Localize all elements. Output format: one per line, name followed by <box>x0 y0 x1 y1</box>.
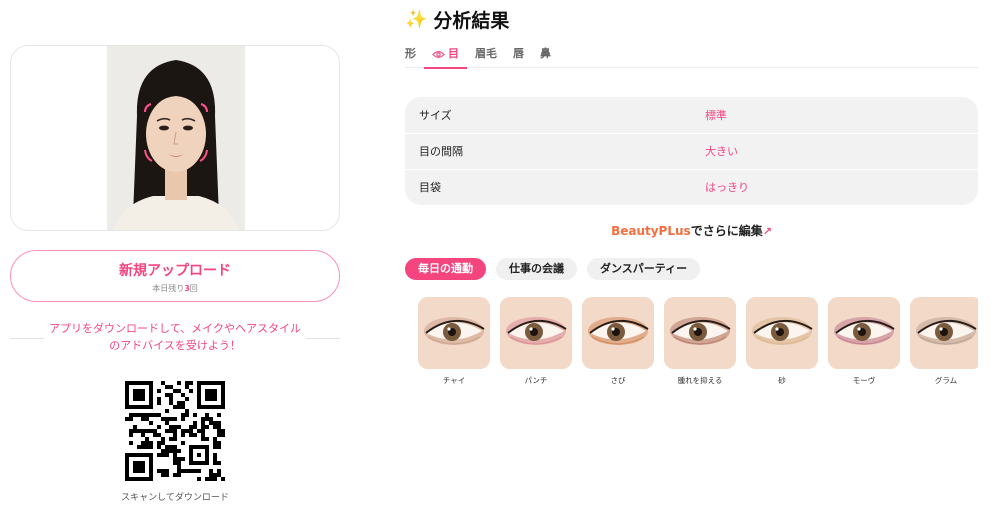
chip-daily-commute[interactable]: 毎日の通勤 <box>405 258 486 280</box>
tab-eyebrows[interactable]: 眉毛 <box>467 40 505 68</box>
tab-eyes[interactable]: 目 <box>424 40 467 69</box>
feature-tabs: 形 目 眉毛 唇 鼻 <box>405 40 978 69</box>
arrow-up-right-icon: ↗ <box>762 225 772 238</box>
result-row-size: サイズ 標準 <box>405 97 978 133</box>
promo-divider-right <box>306 338 340 339</box>
remaining-uploads: 本日残り3回 <box>152 284 198 293</box>
result-row-eye-spacing: 目の間隔 大きい <box>405 133 978 169</box>
edit-in-beautyplus-link[interactable]: BeautyPLusでさらに編集↗ <box>405 222 978 239</box>
eye-icon <box>432 50 445 58</box>
chip-dance-party[interactable]: ダンスパーティー <box>587 258 701 280</box>
app-promo: アプリをダウンロードして、メイクやヘアスタイルのアドバイスを受けよう！ <box>10 320 340 360</box>
makeup-look-thumbnail <box>418 297 490 369</box>
result-key: 目袋 <box>419 181 441 194</box>
makeup-look-name: 腫れを抑える <box>677 376 723 385</box>
sparkles-icon: ✨ <box>405 8 428 30</box>
face-photo <box>107 46 245 230</box>
tab-nose[interactable]: 鼻 <box>532 40 559 68</box>
makeup-look-thumbnail <box>746 297 818 369</box>
makeup-look-name: さび <box>610 376 626 385</box>
promo-text: アプリをダウンロードして、メイクやヘアスタイルのアドバイスを受けよう！ <box>49 322 301 352</box>
result-value: はっきり <box>705 181 749 194</box>
makeup-look-thumbnail <box>582 297 654 369</box>
makeup-look-name: グラム <box>934 376 958 385</box>
new-upload-label: 新規アップロード <box>119 263 231 279</box>
makeup-look-thumbnail <box>664 297 736 369</box>
makeup-look-item[interactable]: さび <box>582 297 654 386</box>
qr-code <box>125 381 225 481</box>
qr-caption: スキャンしてダウンロード <box>121 493 229 503</box>
makeup-look-thumbnail <box>910 297 978 369</box>
result-key: サイズ <box>419 109 452 122</box>
new-upload-button[interactable]: 新規アップロード 本日残り3回 <box>10 250 340 302</box>
makeup-looks: チャイ パンチ さび 腫れを抑える 砂 モーヴ グラム <box>418 297 978 397</box>
result-key: 目の間隔 <box>419 145 463 158</box>
page-title: ✨ 分析結果 <box>405 6 509 33</box>
chip-work-meeting[interactable]: 仕事の会議 <box>496 258 577 280</box>
tab-lips[interactable]: 唇 <box>505 40 532 68</box>
makeup-look-thumbnail <box>828 297 900 369</box>
makeup-look-item[interactable]: グラム <box>910 297 978 386</box>
scene-chips: 毎日の通勤 仕事の会議 ダンスパーティー <box>405 258 701 280</box>
makeup-look-name: モーヴ <box>852 376 876 385</box>
promo-divider-left <box>10 338 44 339</box>
tab-shape[interactable]: 形 <box>405 40 424 68</box>
photo-card <box>10 45 340 231</box>
result-value: 標準 <box>705 109 727 122</box>
result-row-eye-bags: 目袋 はっきり <box>405 169 978 205</box>
result-value: 大きい <box>705 145 738 158</box>
makeup-look-item[interactable]: 砂 <box>746 297 818 386</box>
makeup-look-item[interactable]: チャイ <box>418 297 490 386</box>
makeup-look-item[interactable]: 腫れを抑える <box>664 297 736 386</box>
analysis-result-card: サイズ 標準 目の間隔 大きい 目袋 はっきり <box>405 97 978 205</box>
edit-link-text: でさらに編集 <box>690 224 763 238</box>
makeup-look-thumbnail <box>500 297 572 369</box>
face-illustration <box>107 46 245 230</box>
makeup-look-item[interactable]: パンチ <box>500 297 572 386</box>
makeup-look-name: チャイ <box>442 376 466 385</box>
page-title-text: 分析結果 <box>433 10 510 32</box>
makeup-look-name: パンチ <box>524 376 548 385</box>
makeup-look-name: 砂 <box>778 376 786 385</box>
makeup-look-item[interactable]: モーヴ <box>828 297 900 386</box>
brand-name: BeautyPLus <box>611 224 691 238</box>
